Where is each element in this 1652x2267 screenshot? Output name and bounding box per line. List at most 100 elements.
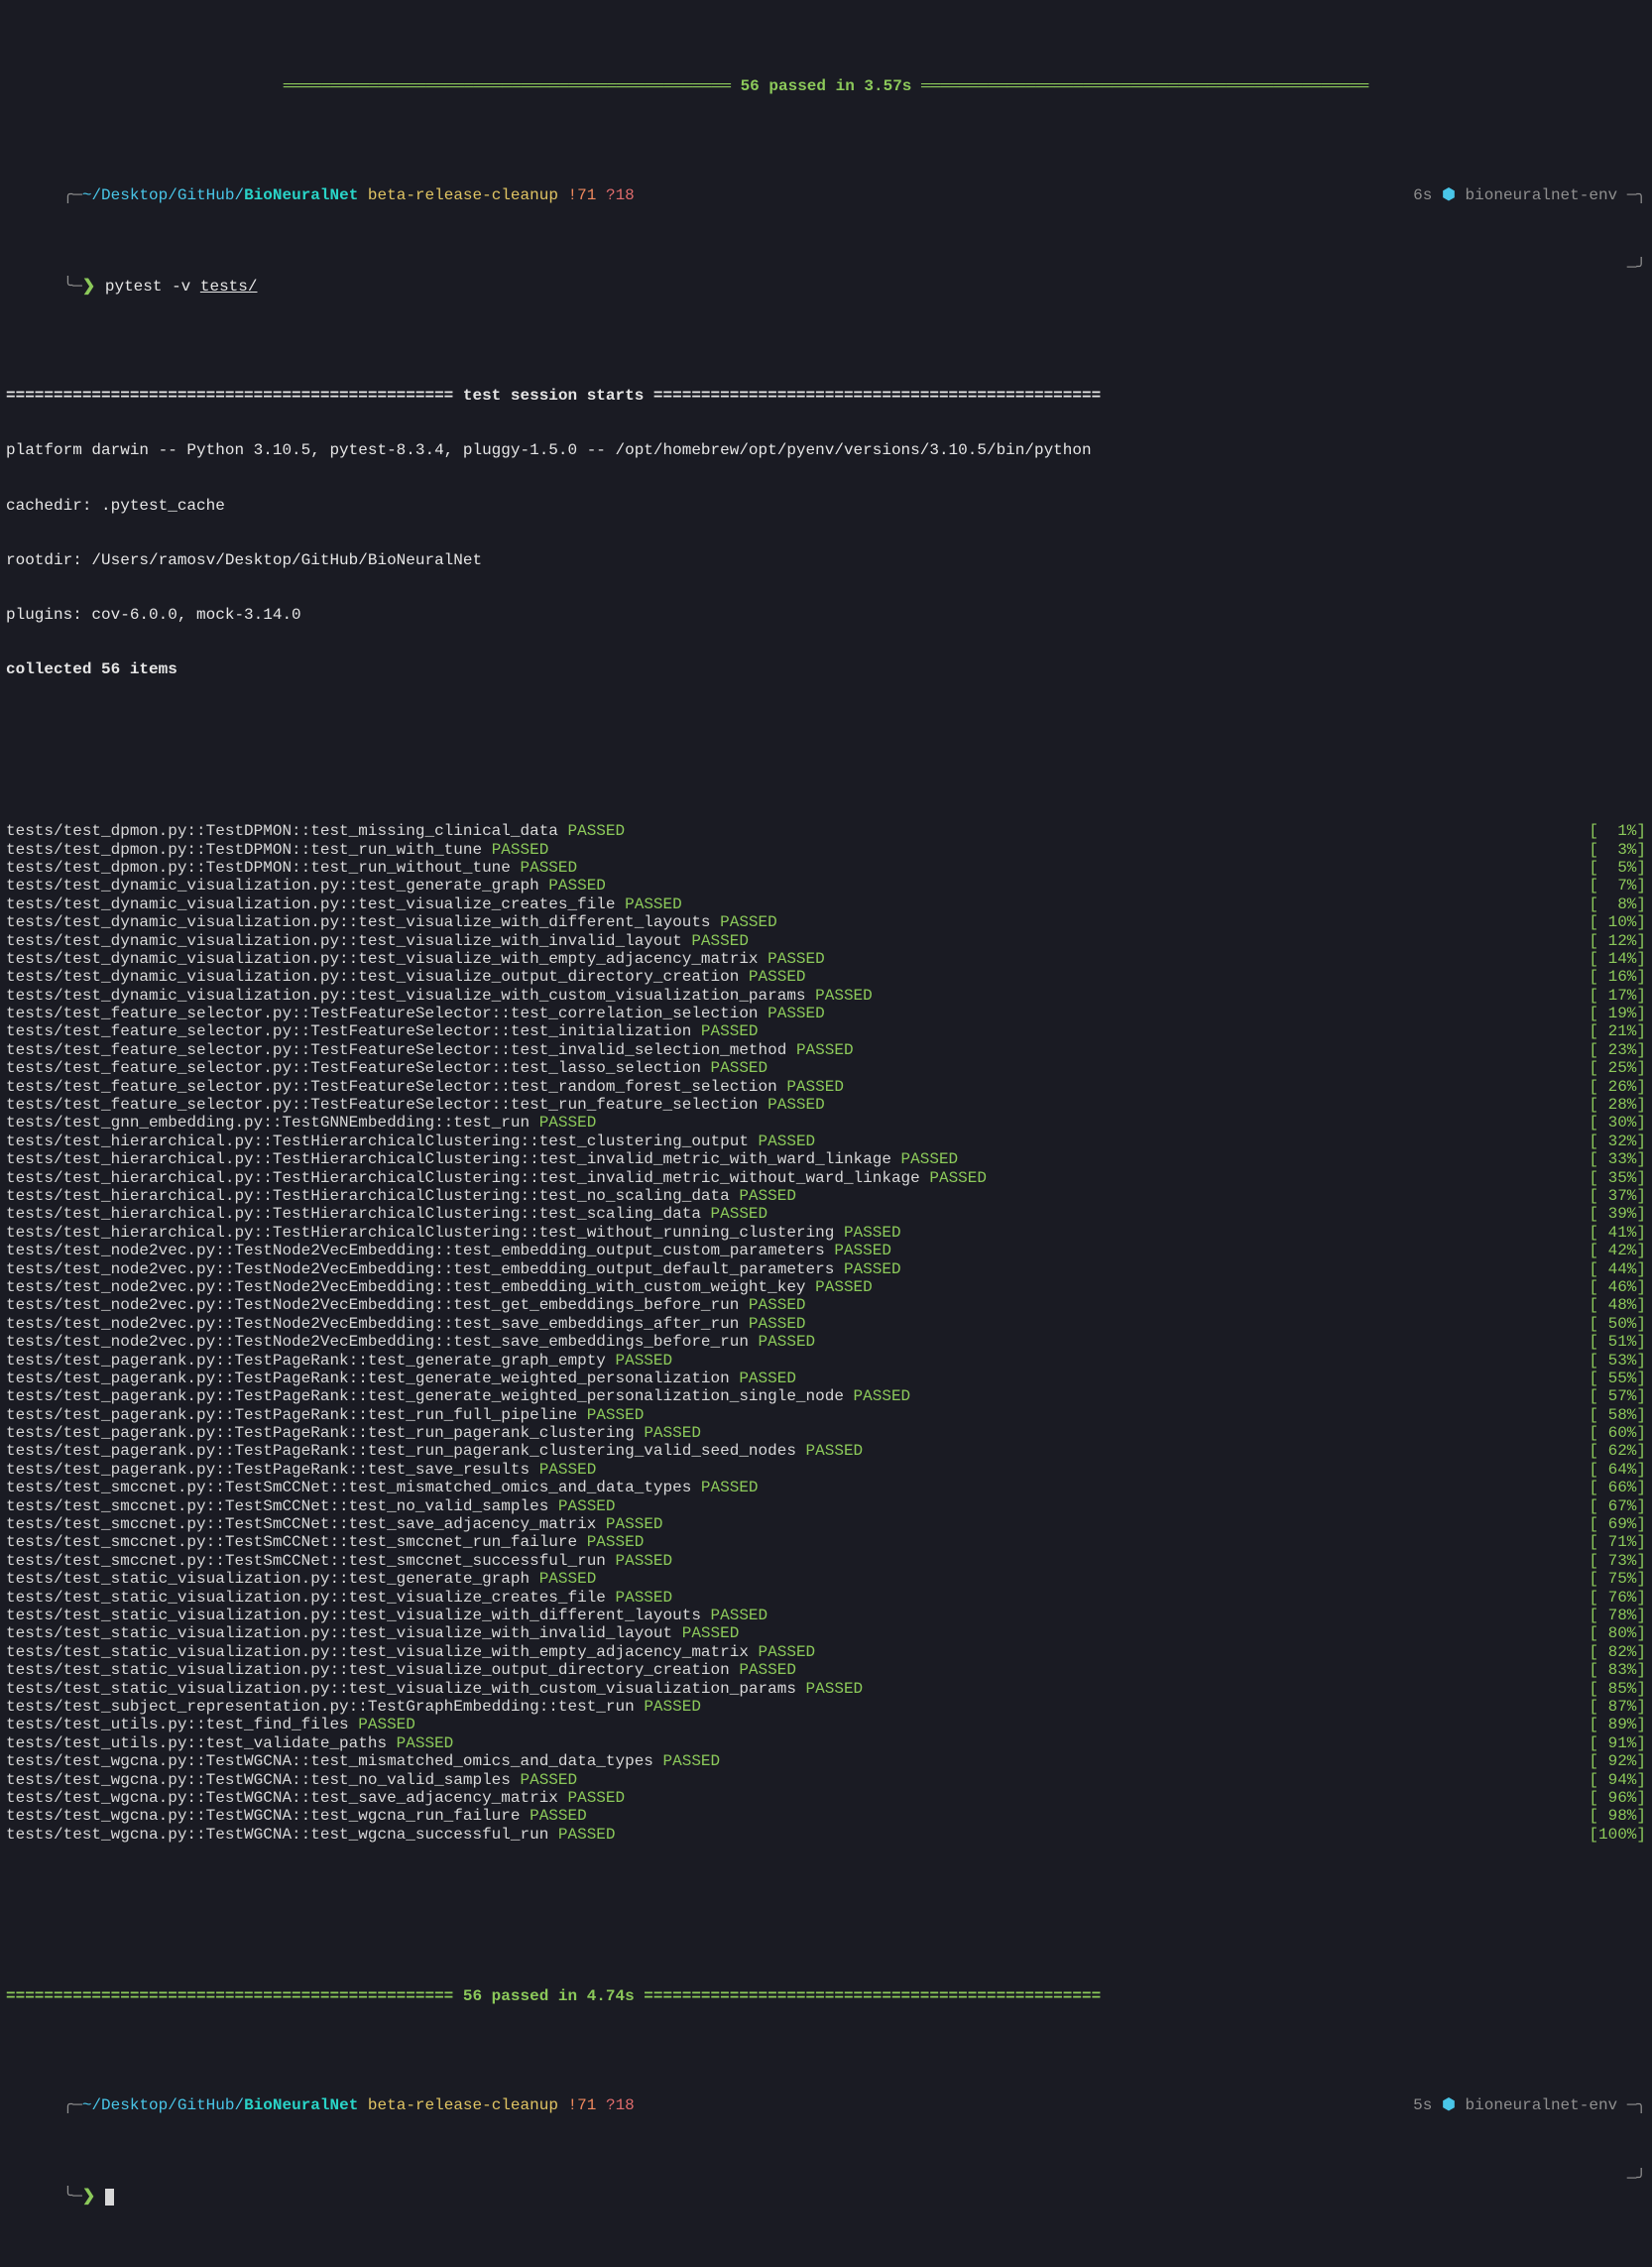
test-pct: [ 57%] <box>1589 1387 1646 1405</box>
test-status: PASSED <box>815 987 873 1005</box>
test-pct: [ 98%] <box>1589 1807 1646 1825</box>
prompt-command-line-1[interactable]: ╰─❯ pytest -v tests/ ─╯ <box>6 259 1646 313</box>
prompt-env: bioneuralnet-env <box>1466 2096 1618 2114</box>
test-row: tests/test_hierarchical.py::TestHierarch… <box>6 1133 1646 1150</box>
test-row: tests/test_wgcna.py::TestWGCNA::test_mis… <box>6 1752 1646 1770</box>
test-id: tests/test_feature_selector.py::TestFeat… <box>6 1022 701 1040</box>
test-row: tests/test_wgcna.py::TestWGCNA::test_wgc… <box>6 1807 1646 1825</box>
test-pct: [ 25%] <box>1589 1059 1646 1077</box>
test-id: tests/test_pagerank.py::TestPageRank::te… <box>6 1424 644 1442</box>
test-row: tests/test_node2vec.py::TestNode2VecEmbe… <box>6 1296 1646 1314</box>
test-row: tests/test_static_visualization.py::test… <box>6 1589 1646 1607</box>
test-pct: [ 23%] <box>1589 1041 1646 1059</box>
test-pct: [ 75%] <box>1589 1570 1646 1588</box>
test-status: PASSED <box>568 822 626 840</box>
test-pct: [ 48%] <box>1589 1296 1646 1314</box>
test-row: tests/test_feature_selector.py::TestFeat… <box>6 1078 1646 1096</box>
test-id: tests/test_hierarchical.py::TestHierarch… <box>6 1133 759 1150</box>
test-status: PASSED <box>759 1133 816 1150</box>
test-pct: [ 71%] <box>1589 1533 1646 1551</box>
test-id: tests/test_pagerank.py::TestPageRank::te… <box>6 1406 587 1424</box>
test-pct: [ 8%] <box>1589 895 1646 913</box>
test-row: tests/test_wgcna.py::TestWGCNA::test_no_… <box>6 1771 1646 1789</box>
plugins-line: plugins: cov-6.0.0, mock-3.14.0 <box>6 606 1646 624</box>
test-id: tests/test_utils.py::test_find_files <box>6 1716 358 1733</box>
session-start-sep: ========================================… <box>6 387 1646 405</box>
test-id: tests/test_hierarchical.py::TestHierarch… <box>6 1224 844 1242</box>
command-arg: tests/ <box>200 278 258 296</box>
test-row: tests/test_node2vec.py::TestNode2VecEmbe… <box>6 1315 1646 1333</box>
test-status: PASSED <box>749 968 806 986</box>
tests-list: tests/test_dpmon.py::TestDPMON::test_mis… <box>6 822 1646 1844</box>
test-id: tests/test_wgcna.py::TestWGCNA::test_sav… <box>6 1789 568 1807</box>
test-pct: [ 64%] <box>1589 1461 1646 1479</box>
test-row: tests/test_feature_selector.py::TestFeat… <box>6 1005 1646 1022</box>
test-row: tests/test_static_visualization.py::test… <box>6 1643 1646 1661</box>
test-status: PASSED <box>358 1716 415 1733</box>
test-pct: [ 46%] <box>1589 1278 1646 1296</box>
test-id: tests/test_static_visualization.py::test… <box>6 1624 682 1642</box>
test-status: PASSED <box>929 1169 987 1187</box>
test-id: tests/test_wgcna.py::TestWGCNA::test_wgc… <box>6 1826 558 1844</box>
prompt-repo: BioNeuralNet <box>244 2096 358 2114</box>
prompt-command-line-2[interactable]: ╰─❯ ─╯ <box>6 2170 1646 2224</box>
test-status: PASSED <box>616 1352 673 1370</box>
test-row: tests/test_wgcna.py::TestWGCNA::test_sav… <box>6 1789 1646 1807</box>
prompt-time: 6s <box>1413 186 1432 204</box>
test-status: PASSED <box>711 1607 768 1624</box>
test-status: PASSED <box>739 1187 796 1205</box>
test-id: tests/test_hierarchical.py::TestHierarch… <box>6 1150 901 1168</box>
test-status: PASSED <box>606 1515 663 1533</box>
test-row: tests/test_pagerank.py::TestPageRank::te… <box>6 1461 1646 1479</box>
test-pct: [ 37%] <box>1589 1187 1646 1205</box>
prompt-untracked: ?18 <box>606 186 635 204</box>
test-pct: [ 85%] <box>1589 1680 1646 1698</box>
test-status: PASSED <box>616 1552 673 1570</box>
prompt-corner-bottom-icon: ╰─ <box>63 2188 82 2206</box>
test-id: tests/test_node2vec.py::TestNode2VecEmbe… <box>6 1296 749 1314</box>
test-id: tests/test_dynamic_visualization.py::tes… <box>6 950 767 968</box>
test-status: PASSED <box>844 1224 901 1242</box>
test-row: tests/test_hierarchical.py::TestHierarch… <box>6 1187 1646 1205</box>
prompt-corner-bottom-icon: ╰─ <box>63 278 82 296</box>
test-pct: [ 96%] <box>1589 1789 1646 1807</box>
terminal[interactable]: ════════════════════════════════════════… <box>0 0 1652 2267</box>
test-pct: [ 83%] <box>1589 1661 1646 1679</box>
test-status: PASSED <box>644 1698 701 1716</box>
test-pct: [ 30%] <box>1589 1114 1646 1132</box>
test-pct: [ 58%] <box>1589 1406 1646 1424</box>
test-row: tests/test_hierarchical.py::TestHierarch… <box>6 1205 1646 1223</box>
test-status: PASSED <box>759 1333 816 1351</box>
test-pct: [ 39%] <box>1589 1205 1646 1223</box>
test-status: PASSED <box>587 1406 645 1424</box>
test-status: PASSED <box>492 841 549 859</box>
test-status: PASSED <box>548 877 606 895</box>
test-row: tests/test_static_visualization.py::test… <box>6 1607 1646 1624</box>
test-row: tests/test_feature_selector.py::TestFeat… <box>6 1096 1646 1114</box>
test-id: tests/test_dynamic_visualization.py::tes… <box>6 968 749 986</box>
prompt-corner-icon: ╭─ <box>63 2096 82 2114</box>
test-id: tests/test_pagerank.py::TestPageRank::te… <box>6 1461 539 1479</box>
test-pct: [ 35%] <box>1589 1169 1646 1187</box>
test-pct: [ 26%] <box>1589 1078 1646 1096</box>
test-pct: [ 21%] <box>1589 1022 1646 1040</box>
test-row: tests/test_node2vec.py::TestNode2VecEmbe… <box>6 1242 1646 1259</box>
test-id: tests/test_node2vec.py::TestNode2VecEmbe… <box>6 1315 749 1333</box>
test-pct: [ 7%] <box>1589 877 1646 895</box>
test-id: tests/test_feature_selector.py::TestFeat… <box>6 1096 767 1114</box>
test-row: tests/test_smccnet.py::TestSmCCNet::test… <box>6 1515 1646 1533</box>
test-id: tests/test_static_visualization.py::test… <box>6 1643 759 1661</box>
collected-line: collected 56 items <box>6 660 1646 678</box>
test-row: tests/test_smccnet.py::TestSmCCNet::test… <box>6 1533 1646 1551</box>
test-id: tests/test_pagerank.py::TestPageRank::te… <box>6 1387 854 1405</box>
test-status: PASSED <box>806 1680 864 1698</box>
test-row: tests/test_dynamic_visualization.py::tes… <box>6 950 1646 968</box>
test-status: PASSED <box>901 1150 959 1168</box>
test-row: tests/test_dynamic_visualization.py::tes… <box>6 877 1646 895</box>
test-id: tests/test_dynamic_visualization.py::tes… <box>6 895 625 913</box>
command-text: pytest -v <box>105 278 200 296</box>
test-status: PASSED <box>711 1205 768 1223</box>
cachedir-line: cachedir: .pytest_cache <box>6 497 1646 515</box>
prompt-line-2: ╭─~/Desktop/GitHub/BioNeuralNet beta-rel… <box>6 2079 1646 2133</box>
test-status: PASSED <box>701 1479 759 1496</box>
